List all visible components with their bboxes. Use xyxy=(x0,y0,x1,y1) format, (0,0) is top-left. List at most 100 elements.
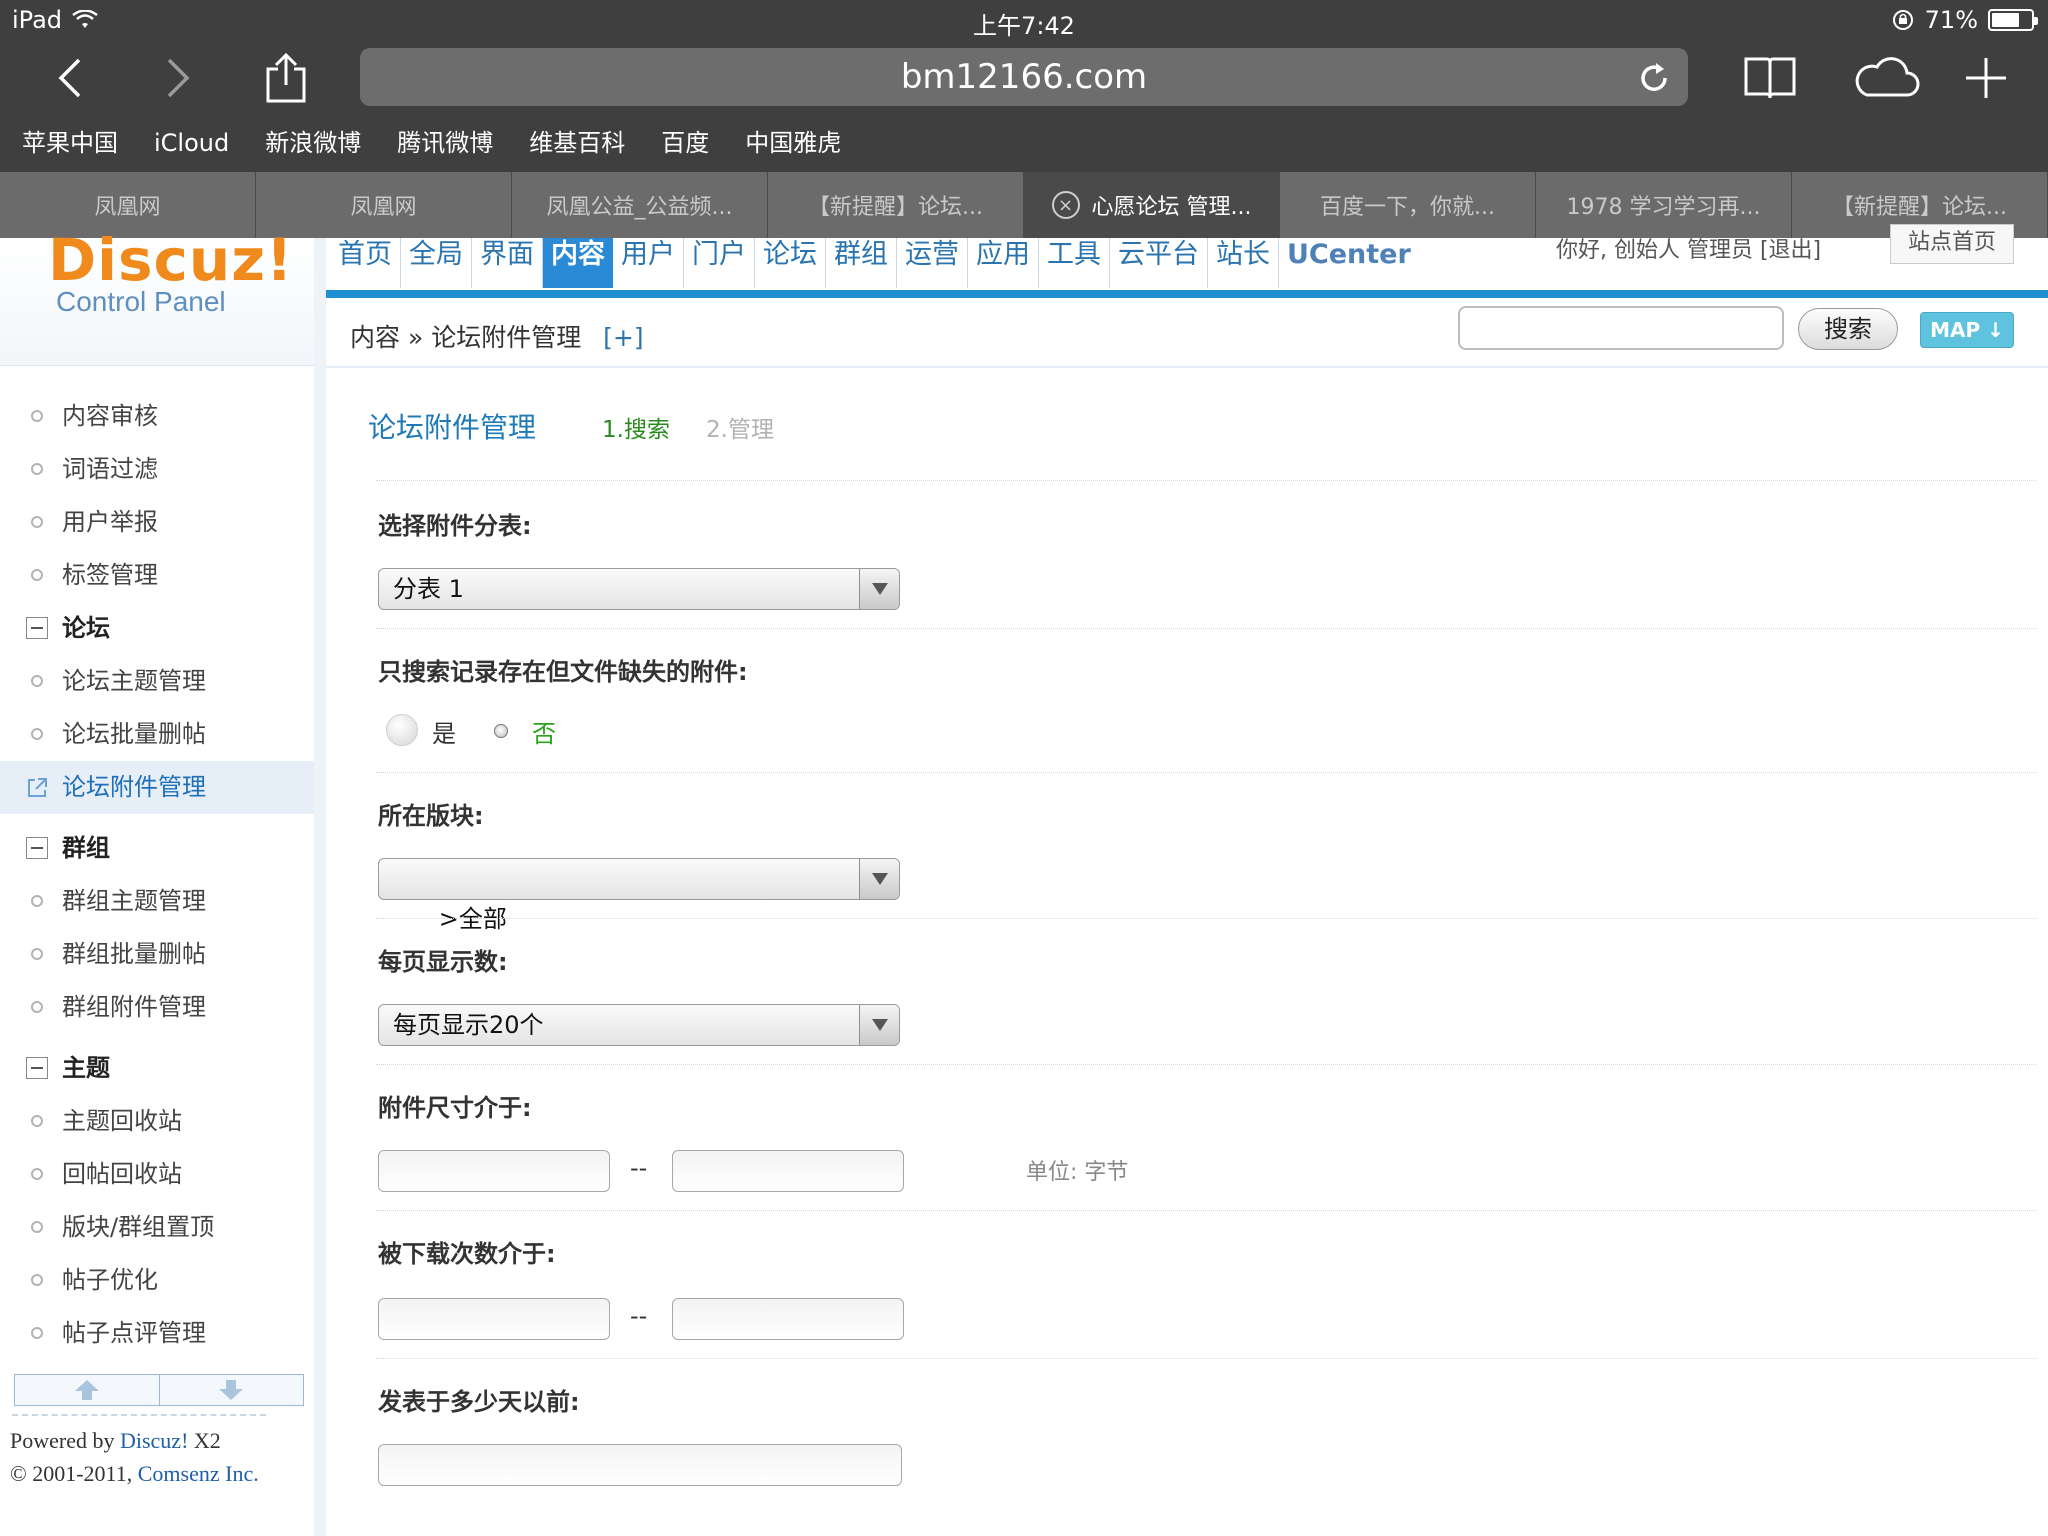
browser-tab-active[interactable]: × 心愿论坛 管理... xyxy=(1024,172,1280,238)
sidebar-item[interactable]: 论坛附件管理 xyxy=(0,761,314,814)
sidebar-item[interactable]: 标签管理 xyxy=(0,549,314,602)
breadcrumb-bar: 内容 » 论坛附件管理 [+] 搜索 MAP ↓ xyxy=(326,298,2048,368)
browser-tab[interactable]: 凤凰网 xyxy=(256,172,512,238)
dropdown-arrow-icon xyxy=(859,859,899,899)
bookmarks-button[interactable] xyxy=(1738,46,1802,110)
bookmark-item[interactable]: 百度 xyxy=(661,118,709,168)
forum-select[interactable]: >全部 xyxy=(378,858,900,933)
icloud-tabs-button[interactable] xyxy=(1848,46,1924,110)
browser-tab[interactable]: 凤凰公益_公益频... xyxy=(512,172,768,238)
sidebar-item-label: 论坛主题管理 xyxy=(62,667,206,695)
sidebar-group[interactable]: 群组 xyxy=(0,822,314,875)
sidebar-item[interactable]: 帖子点评管理 xyxy=(0,1307,314,1360)
browser-tab[interactable]: 百度一下，你就... xyxy=(1280,172,1536,238)
bookmark-item[interactable]: 中国雅虎 xyxy=(745,118,841,168)
back-button[interactable] xyxy=(38,46,102,110)
collapse-icon[interactable] xyxy=(26,1057,48,1079)
add-shortcut-link[interactable]: [+] xyxy=(603,323,643,352)
sidebar-item[interactable]: 内容审核 xyxy=(0,390,314,443)
sidebar-menu: 内容审核词语过滤用户举报标签管理 论坛论坛主题管理论坛批量删帖 论坛附件管理群组群组… xyxy=(0,390,314,1360)
missing-yes-radio[interactable] xyxy=(386,714,418,746)
bookmark-item[interactable]: 腾讯微博 xyxy=(397,118,493,168)
map-button-label: MAP xyxy=(1930,318,1981,342)
browser-tab[interactable]: 1978 学习学习再... xyxy=(1536,172,1792,238)
sidebar-item-label: 帖子优化 xyxy=(62,1266,158,1294)
dropdown-arrow-icon xyxy=(859,1005,899,1045)
sidebar-item[interactable]: 版块/群组置顶 xyxy=(0,1201,314,1254)
version-text: X2 xyxy=(188,1428,221,1453)
discuz-link[interactable]: Discuz! xyxy=(120,1428,188,1453)
downloads-min-input[interactable] xyxy=(378,1298,610,1340)
divider xyxy=(376,628,2036,629)
sidebar-item-label: 用户举报 xyxy=(62,508,158,536)
nav-item[interactable]: 应用 xyxy=(968,238,1039,288)
bookmark-item[interactable]: 新浪微博 xyxy=(265,118,361,168)
address-bar[interactable]: bm12166.com xyxy=(360,48,1688,106)
bookmark-item[interactable]: iCloud xyxy=(154,118,229,168)
sidebar-item[interactable]: 回帖回收站 xyxy=(0,1148,314,1201)
reload-icon[interactable] xyxy=(1634,58,1674,98)
collapse-icon[interactable] xyxy=(26,617,48,639)
size-min-input[interactable] xyxy=(378,1150,610,1192)
nav-item[interactable]: 界面 xyxy=(472,238,543,288)
per-page-select[interactable]: 每页显示20个 xyxy=(378,1004,900,1046)
downloads-max-input[interactable] xyxy=(672,1298,904,1340)
share-button[interactable] xyxy=(254,46,318,110)
nav-item[interactable]: 内容 xyxy=(543,238,613,288)
close-tab-icon[interactable]: × xyxy=(1051,191,1080,219)
bookmark-item[interactable]: 苹果中国 xyxy=(22,118,118,168)
sidebar-item[interactable]: 群组批量删帖 xyxy=(0,928,314,981)
step-manage: 2.管理 xyxy=(706,417,774,443)
sidebar-item[interactable]: 群组主题管理 xyxy=(0,875,314,928)
sidebar-item-label: 内容审核 xyxy=(62,402,158,430)
downloads-range-label: 被下载次数介于: xyxy=(378,1240,556,1268)
collapse-icon[interactable] xyxy=(26,837,48,859)
nav-item[interactable]: 用户 xyxy=(613,238,684,288)
comsenz-link[interactable]: Comsenz Inc. xyxy=(138,1461,259,1486)
step-search[interactable]: 1.搜索 xyxy=(602,410,670,444)
divider xyxy=(376,918,2036,919)
sidebar-item[interactable]: 群组附件管理 xyxy=(0,981,314,1034)
sidebar-item[interactable]: 帖子优化 xyxy=(0,1254,314,1307)
missing-no-radio[interactable] xyxy=(494,724,508,738)
book-icon xyxy=(1744,57,1796,99)
sidebar-group[interactable]: 论坛 xyxy=(0,602,314,655)
new-tab-button[interactable] xyxy=(1954,46,2018,110)
nav-item[interactable]: 首页 xyxy=(330,238,401,288)
footer-divider xyxy=(12,1414,266,1416)
chevron-right-icon xyxy=(167,58,190,98)
nav-item[interactable]: 云平台 xyxy=(1110,238,1208,288)
scroll-down-button[interactable] xyxy=(158,1375,303,1405)
copyright-text: © 2001-2011, xyxy=(10,1461,138,1486)
nav-item[interactable]: 运营 xyxy=(897,238,968,288)
search-button[interactable]: 搜索 xyxy=(1798,308,1898,350)
nav-item[interactable]: 工具 xyxy=(1039,238,1110,288)
nav-item[interactable]: 站长 xyxy=(1208,238,1279,288)
days-ago-input[interactable] xyxy=(378,1444,902,1486)
bullet-icon xyxy=(31,1115,43,1127)
size-max-input[interactable] xyxy=(672,1150,904,1192)
sidebar-item[interactable]: 词语过滤 xyxy=(0,443,314,496)
browser-tab[interactable]: 【新提醒】论坛... xyxy=(768,172,1024,238)
nav-item[interactable]: 门户 xyxy=(684,238,755,288)
sidebar-group[interactable]: 主题 xyxy=(0,1042,314,1095)
sidebar-item-label: 回帖回收站 xyxy=(62,1160,182,1188)
sidebar-item[interactable]: 用户举报 xyxy=(0,496,314,549)
nav-item[interactable]: 论坛 xyxy=(755,238,826,288)
clock: 上午7:42 xyxy=(973,12,1075,40)
divider xyxy=(376,1210,2036,1211)
nav-item[interactable]: 群组 xyxy=(826,238,897,288)
map-button[interactable]: MAP ↓ xyxy=(1920,312,2014,348)
nav-item[interactable]: UCenter xyxy=(1279,238,1419,288)
forward-button[interactable] xyxy=(146,46,210,110)
scroll-up-button[interactable] xyxy=(15,1375,159,1405)
nav-item[interactable]: 全局 xyxy=(401,238,472,288)
sidebar-item-label: 群组 xyxy=(62,834,110,862)
sidebar-item[interactable]: 主题回收站 xyxy=(0,1095,314,1148)
bookmark-item[interactable]: 维基百科 xyxy=(529,118,625,168)
sidebar-item[interactable]: 论坛主题管理 xyxy=(0,655,314,708)
sidebar-item[interactable]: 论坛批量删帖 xyxy=(0,708,314,761)
admin-search-input[interactable] xyxy=(1458,306,1784,350)
table-select[interactable]: 分表 1 xyxy=(378,568,900,610)
site-home-link[interactable]: 站点首页 xyxy=(1890,224,2014,264)
